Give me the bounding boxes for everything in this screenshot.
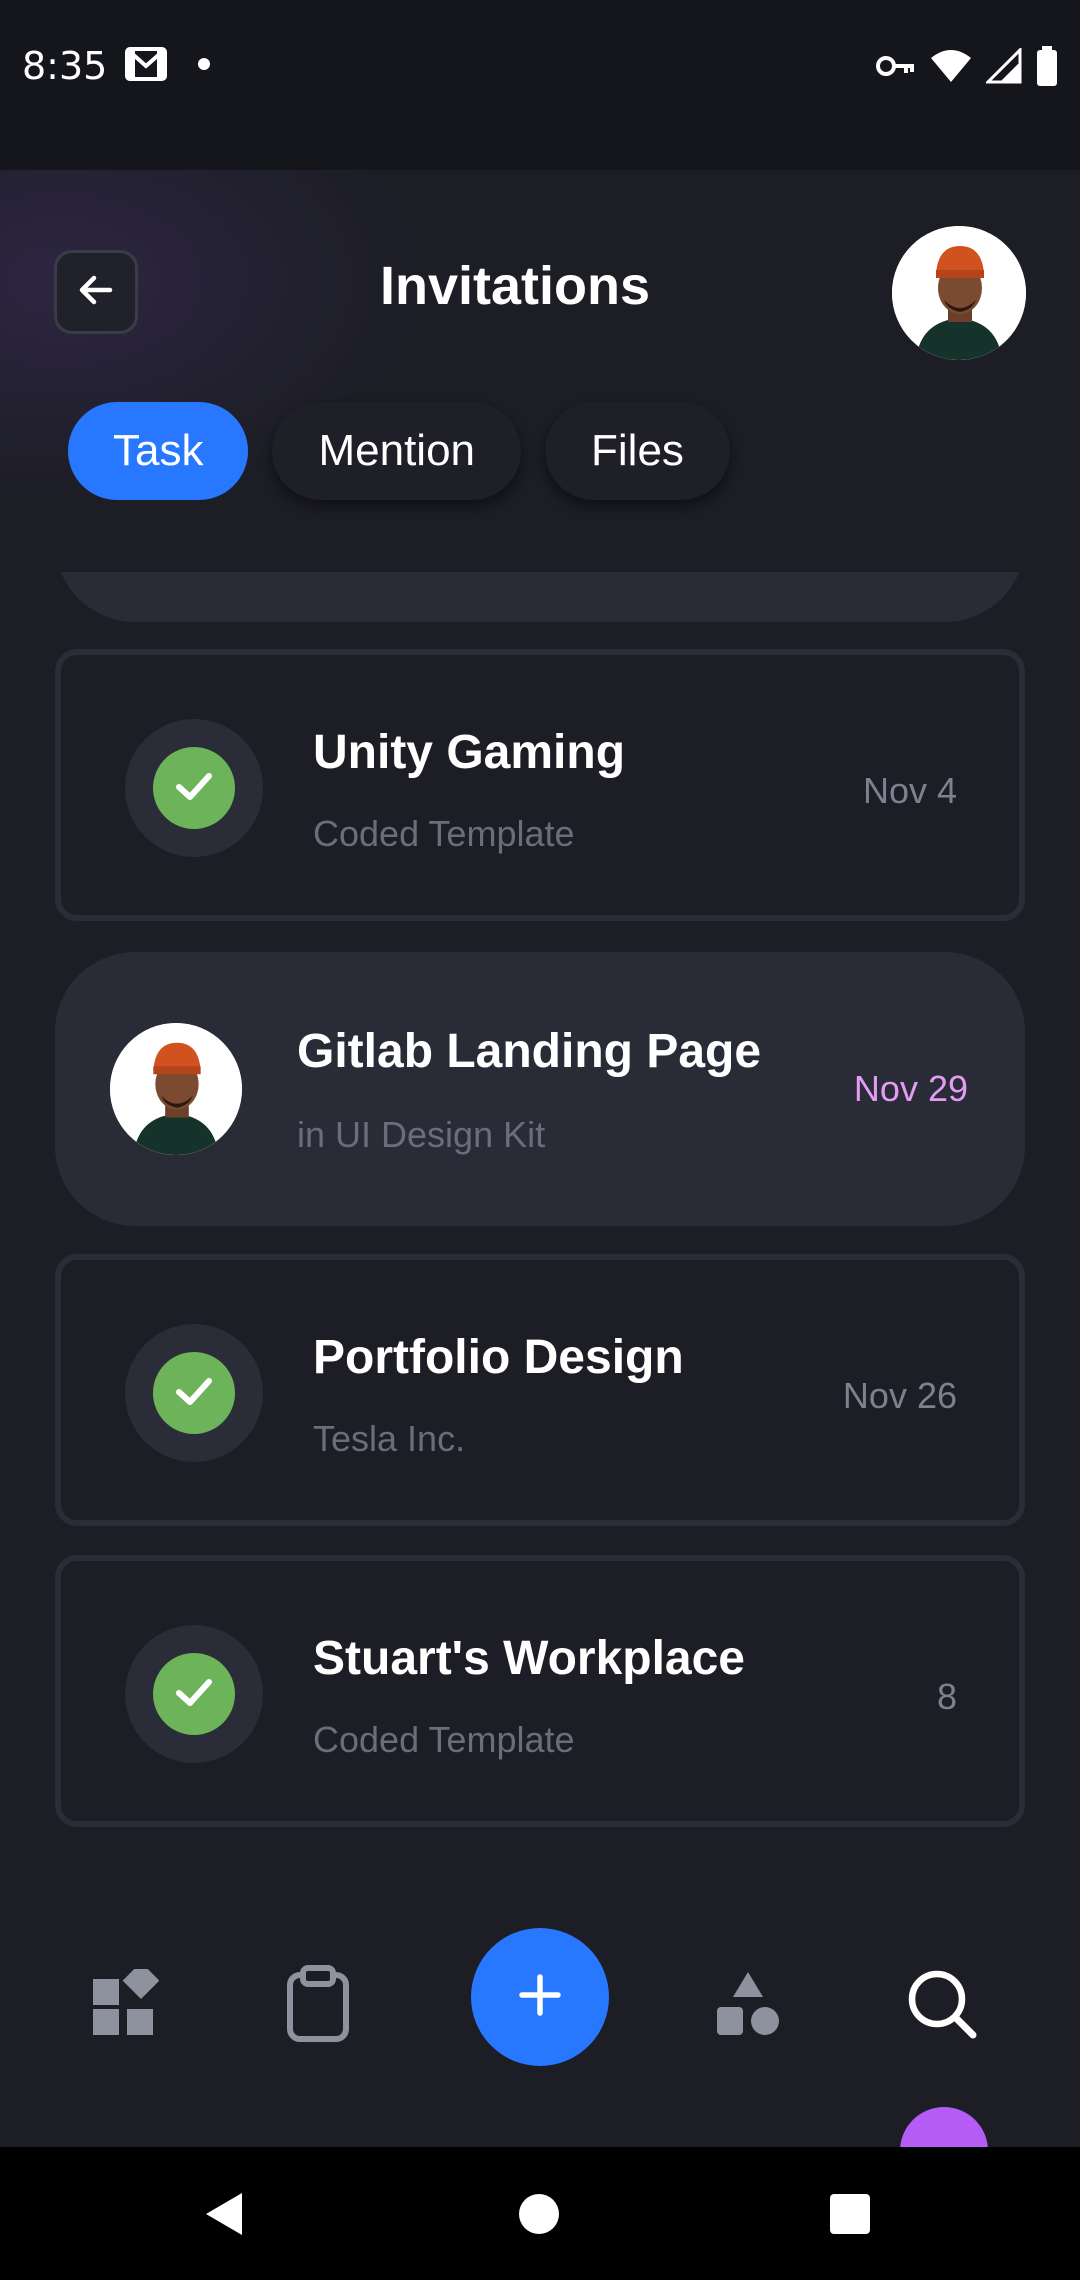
list-item[interactable]: Portfolio Design Tesla Inc. Nov 26 <box>55 1254 1025 1526</box>
shapes-icon <box>713 1969 783 2044</box>
home-circle-icon[interactable] <box>518 2193 560 2240</box>
list-item-highlighted[interactable]: Gitlab Landing Page in UI Design Kit Nov… <box>55 952 1025 1226</box>
item-title: Unity Gaming <box>313 726 626 779</box>
tab-mention[interactable]: Mention <box>272 402 522 500</box>
tab-bar: Task Mention Files <box>68 402 730 500</box>
battery-icon <box>1036 45 1058 91</box>
page-title: Invitations <box>379 256 651 316</box>
item-date: Nov 26 <box>842 1375 957 1416</box>
header-background <box>0 170 1080 570</box>
item-subtitle: Coded Template <box>313 813 575 854</box>
nav-categories[interactable] <box>700 1958 796 2054</box>
search-icon <box>905 1967 979 2046</box>
dashboard-icon <box>89 1961 160 2044</box>
list-item-partial[interactable] <box>55 572 1025 622</box>
nav-search[interactable] <box>894 1958 990 2054</box>
status-bar: 8:35 <box>0 0 1080 170</box>
item-title: Portfolio Design <box>313 1331 684 1384</box>
item-title: Stuart's Workplace <box>313 1632 745 1685</box>
signal-icon <box>984 45 1022 89</box>
back-triangle-icon[interactable] <box>204 2191 244 2242</box>
item-subtitle: in UI Design Kit <box>297 1114 546 1155</box>
status-badge <box>125 1625 263 1763</box>
avatar <box>110 1023 242 1155</box>
status-badge <box>125 1324 263 1462</box>
item-date: Nov 4 <box>862 770 957 811</box>
check-icon <box>171 1368 217 1419</box>
nav-dashboard[interactable] <box>76 1958 172 2054</box>
list-item[interactable]: Stuart's Workplace Coded Template 8 <box>55 1555 1025 1827</box>
item-subtitle: Tesla Inc. <box>313 1418 466 1459</box>
gmail-icon <box>125 46 167 86</box>
invitation-list: Unity Gaming Coded Template Nov 4 Gitlab… <box>0 572 1080 1882</box>
nav-tasks[interactable] <box>270 1958 366 2054</box>
profile-avatar[interactable] <box>892 226 1026 360</box>
check-icon <box>171 763 217 814</box>
status-badge <box>125 719 263 857</box>
tab-task[interactable]: Task <box>68 402 249 500</box>
wifi-icon <box>930 49 972 88</box>
item-count: 8 <box>936 1676 957 1717</box>
item-title: Gitlab Landing Page <box>297 1025 762 1078</box>
item-subtitle: Coded Template <box>313 1719 575 1760</box>
status-time: 8:35 <box>22 44 108 88</box>
system-nav-bar <box>0 2147 1080 2280</box>
item-date: Nov 29 <box>853 1068 968 1109</box>
notification-dot-icon <box>197 57 211 76</box>
recents-square-icon[interactable] <box>829 2193 871 2240</box>
plus-icon <box>518 1973 562 2022</box>
add-button[interactable] <box>471 1928 609 2066</box>
tab-files[interactable]: Files <box>545 402 730 500</box>
clipboard-icon <box>285 1964 351 2048</box>
vpn-key-icon <box>876 54 916 83</box>
list-item[interactable]: Unity Gaming Coded Template Nov 4 <box>55 649 1025 921</box>
check-icon <box>171 1669 217 1720</box>
